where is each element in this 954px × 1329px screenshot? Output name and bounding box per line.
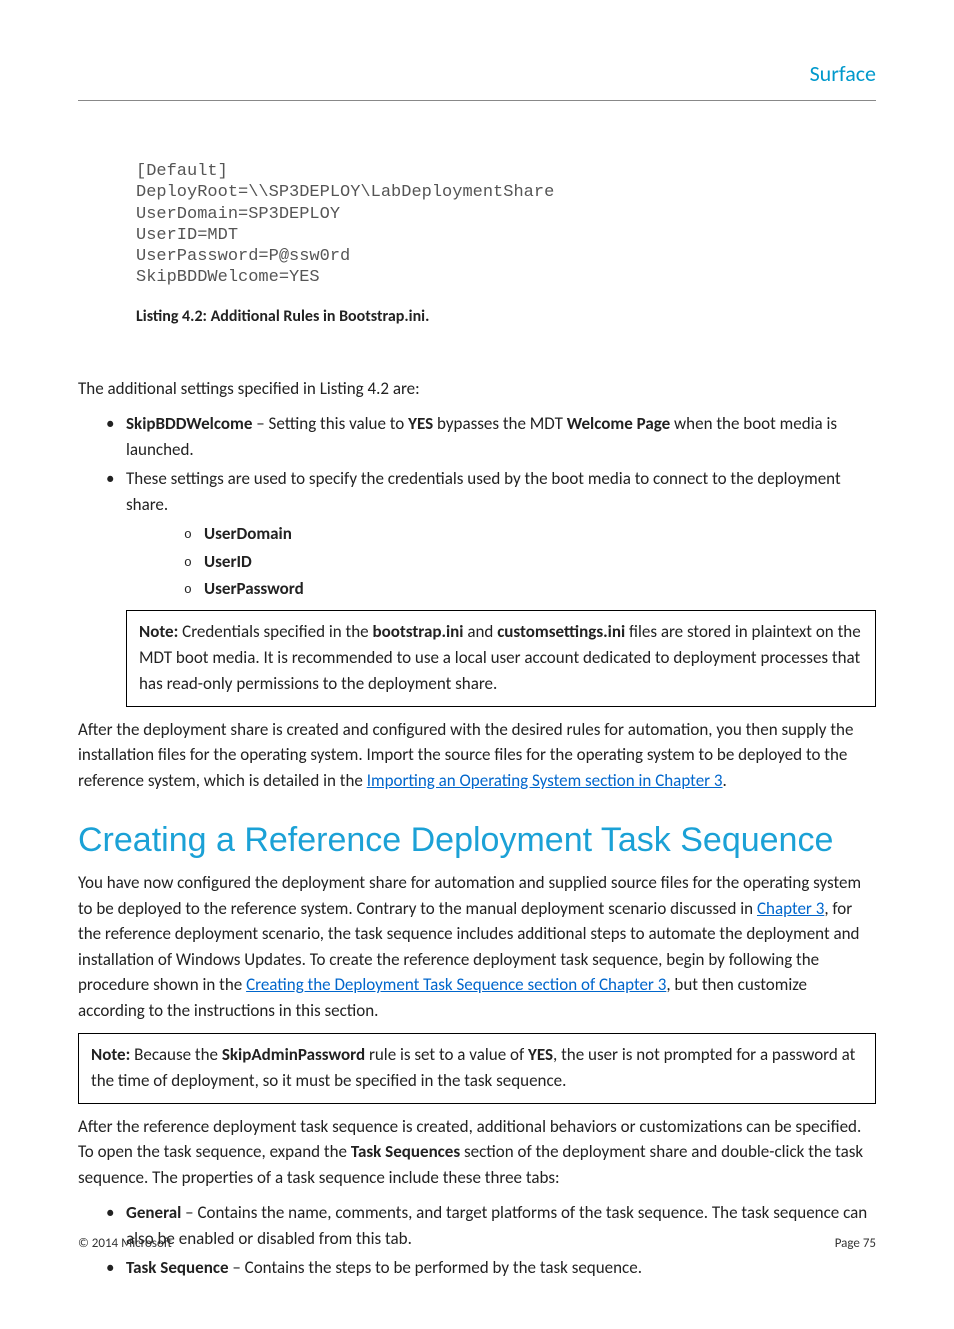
chapter-link[interactable]: Importing an Operating System section in… xyxy=(367,770,723,791)
credentials-sublist: UserDomain UserID UserPassword xyxy=(126,521,876,602)
list-item: SkipBDDWelcome – Setting this value to Y… xyxy=(126,411,876,462)
text: Because the xyxy=(130,1044,222,1065)
text: bypasses the MDT xyxy=(433,413,567,434)
list-item: Task Sequence – Contains the steps to be… xyxy=(126,1255,876,1281)
text: Credentials specified in the xyxy=(178,621,372,642)
listing-caption: Listing 4.2: Additional Rules in Bootstr… xyxy=(136,307,876,326)
brand-logo: Surface xyxy=(810,60,876,87)
text: These settings are used to specify the c… xyxy=(126,468,841,515)
page-header: Surface xyxy=(78,60,876,101)
text: You have now configured the deployment s… xyxy=(78,872,861,919)
text: . xyxy=(723,770,727,791)
chapter-link[interactable]: Chapter 3 xyxy=(757,898,824,919)
text: rule is set to a value of xyxy=(365,1044,528,1065)
list-item: UserID xyxy=(184,549,876,575)
paragraph: After the deployment share is created an… xyxy=(78,717,876,794)
section-heading: Creating a Reference Deployment Task Seq… xyxy=(78,821,876,860)
settings-list: SkipBDDWelcome – Setting this value to Y… xyxy=(78,411,876,602)
value: YES xyxy=(408,413,433,434)
code-listing: [Default] DeployRoot=\\SP3DEPLOY\LabDepl… xyxy=(136,161,876,289)
note-box: Note: Because the SkipAdminPassword rule… xyxy=(78,1033,876,1104)
page-footer: © 2014 Microsoft Page 75 xyxy=(78,1236,876,1251)
text: – Setting this value to xyxy=(252,413,408,434)
list-item: These settings are used to specify the c… xyxy=(126,466,876,602)
text: and xyxy=(463,621,497,642)
setting-name: UserPassword xyxy=(204,578,304,599)
list-item: UserPassword xyxy=(184,576,876,602)
note-label: Note: xyxy=(139,621,178,642)
tab-name: General xyxy=(126,1202,181,1223)
section-name: Task Sequences xyxy=(351,1141,460,1162)
filename: bootstrap.ini xyxy=(373,621,464,642)
document-page: Surface [Default] DeployRoot=\\SP3DEPLOY… xyxy=(0,0,954,1329)
setting-name: UserID xyxy=(204,551,252,572)
tab-name: Task Sequence xyxy=(126,1257,229,1278)
rule-name: SkipAdminPassword xyxy=(222,1044,365,1065)
chapter-link[interactable]: Creating the Deployment Task Sequence se… xyxy=(246,974,666,995)
page-number: Page 75 xyxy=(835,1236,876,1251)
filename: customsettings.ini xyxy=(497,621,625,642)
note-label: Note: xyxy=(91,1044,130,1065)
copyright: © 2014 Microsoft xyxy=(78,1236,172,1251)
setting-name: SkipBDDWelcome xyxy=(126,413,252,434)
setting-name: UserDomain xyxy=(204,523,292,544)
paragraph: After the reference deployment task sequ… xyxy=(78,1114,876,1191)
paragraph: You have now configured the deployment s… xyxy=(78,870,876,1023)
intro-paragraph: The additional settings specified in Lis… xyxy=(78,376,876,402)
value: YES xyxy=(528,1044,553,1065)
note-box: Note: Credentials specified in the boots… xyxy=(126,610,876,707)
list-item: UserDomain xyxy=(184,521,876,547)
text: – Contains the steps to be performed by … xyxy=(229,1257,643,1278)
page-name: Welcome Page xyxy=(567,413,670,434)
